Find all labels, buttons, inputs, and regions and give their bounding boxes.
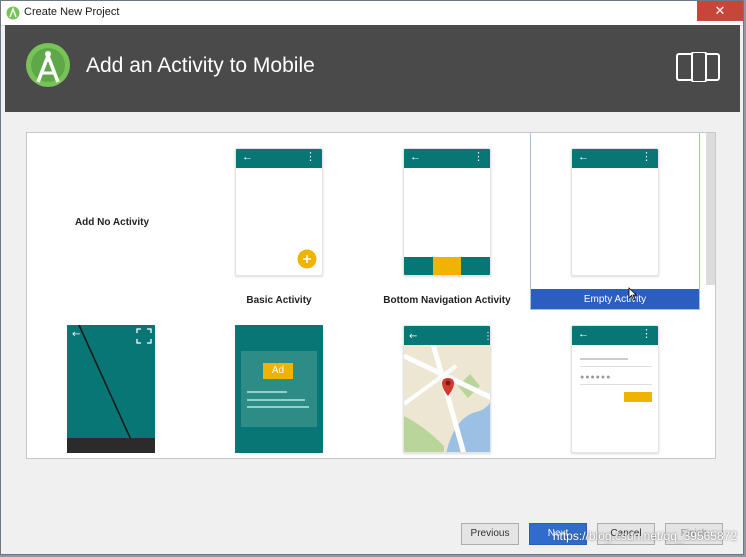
watermark-text: https://blog.csdn.net/qq_39565872 [552, 529, 737, 543]
fullscreen-activity-preview: ← [67, 325, 155, 453]
template-login-activity[interactable]: ← ⋮ ●●●●●● [531, 309, 699, 458]
template-label: Basic Activity [246, 295, 312, 306]
svg-text:←: ← [72, 329, 80, 340]
template-add-no-activity[interactable]: Add No Activity [27, 133, 195, 309]
email-field-preview [580, 358, 628, 360]
template-admob-activity[interactable]: Ad [195, 309, 363, 458]
overflow-menu-icon: ⋮ [473, 151, 484, 163]
ad-text-line [247, 391, 287, 393]
back-arrow-icon: ← [578, 328, 589, 340]
bottom-navigation-selected-item [433, 257, 461, 275]
fullscreen-diagonal: ← [72, 325, 152, 453]
template-bottom-navigation-activity[interactable]: ← ⋮ Bottom Navigation Activity [363, 133, 531, 309]
maps-activity-preview: ← ⋮ [403, 325, 491, 453]
ad-card: Ad [241, 351, 317, 427]
bottom-navigation-preview: ← ⋮ [403, 148, 491, 276]
basic-activity-preview: ← ⋮ [235, 148, 323, 276]
system-navigation-bar [67, 438, 155, 453]
mouse-cursor-icon [628, 287, 638, 301]
app-bar: ← ⋮ [404, 149, 490, 168]
ad-text-line [247, 399, 305, 401]
back-arrow-icon: ← [578, 151, 589, 163]
phone-tablet-icon[interactable] [676, 52, 720, 82]
android-studio-logo-icon [26, 43, 70, 87]
ad-badge: Ad [263, 363, 293, 379]
page-title: Add an Activity to Mobile [86, 54, 315, 77]
window-title: Create New Project [24, 6, 120, 18]
password-underline [580, 384, 652, 385]
template-basic-activity[interactable]: ← ⋮ Basic Activity [195, 133, 363, 309]
back-arrow-icon: ← [410, 151, 421, 163]
email-underline [580, 366, 652, 367]
template-fullscreen-activity[interactable]: ← [27, 309, 195, 458]
login-activity-preview: ← ⋮ ●●●●●● [571, 325, 659, 453]
template-empty-activity[interactable]: ← ⋮ Empty Activity [530, 133, 700, 310]
android-studio-icon [6, 6, 20, 20]
template-maps-activity[interactable]: ← ⋮ [363, 309, 531, 458]
previous-button[interactable]: Previous [461, 523, 519, 545]
admob-activity-preview: Ad [235, 325, 323, 453]
template-label: Bottom Navigation Activity [383, 295, 511, 306]
template-label: Add No Activity [74, 217, 150, 228]
empty-activity-preview: ← ⋮ [571, 148, 659, 276]
app-bar: ← ⋮ [572, 149, 658, 168]
dialog-window: Create New Project ✕ Add an Activity to … [0, 0, 744, 555]
sign-in-button-preview [624, 392, 652, 402]
title-bar: Create New Project ✕ [1, 1, 743, 26]
svg-text:⋮: ⋮ [483, 331, 491, 342]
app-bar: ← ⋮ [572, 326, 658, 345]
app-bar: ← ⋮ [236, 149, 322, 168]
svg-text:←: ← [409, 331, 417, 342]
map-illustration: ← ⋮ [404, 326, 491, 452]
fab-add-icon [297, 249, 317, 269]
template-label: Empty Activity [583, 294, 647, 305]
overflow-menu-icon: ⋮ [641, 328, 652, 340]
back-arrow-icon: ← [242, 151, 253, 163]
overflow-menu-icon: ⋮ [641, 151, 652, 163]
gallery-scrollbar[interactable] [706, 133, 715, 285]
activity-template-gallery: Add No Activity ← ⋮ Basic Activity ← ⋮ B… [26, 132, 716, 459]
ad-text-line [247, 406, 309, 408]
password-dots: ●●●●●● [580, 374, 612, 381]
wizard-header: Add an Activity to Mobile [5, 25, 740, 112]
close-button[interactable]: ✕ [697, 1, 743, 21]
overflow-menu-icon: ⋮ [305, 151, 316, 163]
